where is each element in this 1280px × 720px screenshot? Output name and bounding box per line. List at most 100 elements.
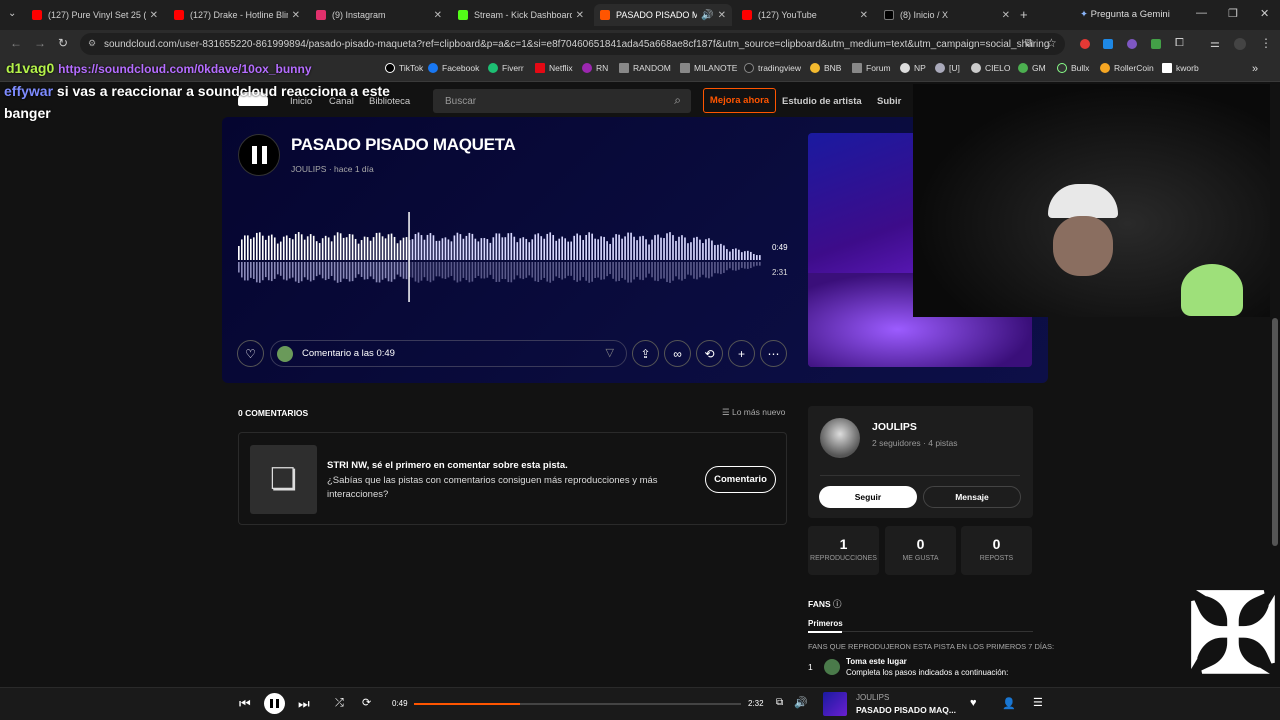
more-bookmarks-icon[interactable]: »	[1252, 63, 1258, 75]
follow-button[interactable]: Seguir	[819, 486, 917, 508]
tab-first-fans[interactable]: Primeros	[808, 619, 843, 628]
bookmark-item[interactable]: GM	[1018, 63, 1046, 73]
waveform-reflection-bar	[627, 262, 629, 283]
close-icon[interactable]: ✕	[150, 10, 158, 21]
previous-icon[interactable]: ⏮	[239, 696, 251, 712]
close-icon[interactable]: ✕	[1002, 10, 1010, 21]
tab-4[interactable]: Stream - Kick Dashboard ✕	[452, 4, 590, 26]
waveform-reflection-bar	[294, 262, 297, 282]
next-icon[interactable]: ⏭	[298, 696, 310, 712]
follow-user-icon[interactable]: 👤	[1002, 697, 1016, 710]
cast-icon[interactable]: ⧉	[776, 697, 783, 708]
waveform-bar	[249, 238, 252, 260]
upload-link[interactable]: Subir	[877, 96, 901, 107]
tab-3[interactable]: (9) Instagram ✕	[310, 4, 448, 26]
more-button[interactable]: ⋯	[760, 340, 787, 367]
extensions-puzzle-icon[interactable]: ⧠	[1175, 37, 1184, 50]
bookmark-item[interactable]: [U]	[935, 63, 960, 73]
bookmark-item[interactable]: tradingview	[744, 63, 801, 73]
comment-button[interactable]: Comentario	[705, 466, 776, 493]
new-tab-button[interactable]: +	[1020, 7, 1028, 22]
upgrade-button[interactable]: Mejora ahora	[703, 88, 776, 113]
bookmark-item[interactable]: NP	[900, 63, 926, 73]
player-artwork[interactable]	[823, 692, 847, 716]
url-field[interactable]: ⚙ soundcloud.com/user-831655220-86199989…	[80, 33, 1065, 55]
tab-7[interactable]: (8) Inicio / X ✕	[878, 4, 1016, 26]
close-icon[interactable]: ✕	[434, 10, 442, 21]
add-to-playlist-button[interactable]: +	[728, 340, 755, 367]
record-extension-icon[interactable]	[1080, 39, 1090, 49]
tab-1[interactable]: (127) Pure Vinyl Set 25 (Cl... ✕	[26, 4, 164, 26]
extension-icon[interactable]	[1151, 39, 1161, 49]
repost-button[interactable]: ⟲	[696, 340, 723, 367]
volume-icon[interactable]: 🔊	[794, 696, 808, 709]
bookmark-item[interactable]: RANDOM	[619, 63, 671, 73]
close-window-button[interactable]: ✕	[1260, 7, 1269, 20]
bookmark-item[interactable]: BNB	[810, 63, 841, 73]
share-button[interactable]: ⇪	[632, 340, 659, 367]
bookmark-item[interactable]: Facebook	[428, 63, 479, 73]
info-icon[interactable]: ⓘ	[833, 599, 842, 609]
reload-icon[interactable]: ↻	[58, 36, 68, 50]
bookmark-item[interactable]: TikTok	[385, 63, 423, 73]
copy-link-button[interactable]: ∞	[664, 340, 691, 367]
bookmark-item[interactable]: Fiverr	[488, 63, 524, 73]
player-artist[interactable]: JOULIPS	[856, 693, 889, 702]
sort-dropdown[interactable]: ☰ Lo más nuevo	[722, 407, 785, 418]
close-icon[interactable]: ✕	[860, 10, 868, 21]
gemini-button[interactable]: ✦ Pregunta a Gemini	[1080, 9, 1170, 20]
bookmark-star-icon[interactable]: ☆	[1046, 36, 1057, 50]
comment-placeholder: Comentario a las 0:49	[302, 348, 395, 359]
artist-avatar[interactable]	[820, 418, 860, 458]
waveform-bar	[729, 251, 731, 260]
pause-button[interactable]	[238, 134, 280, 176]
bookmark-item[interactable]: CIELO	[971, 63, 1011, 73]
close-icon[interactable]: ✕	[718, 10, 726, 21]
like-button[interactable]: ♡	[237, 340, 264, 367]
tab-list-icon[interactable]: ⌄	[8, 8, 16, 19]
player-progress-bar[interactable]	[414, 703, 741, 705]
close-icon[interactable]: ✕	[576, 10, 584, 21]
bookmark-item[interactable]: Forum	[852, 63, 891, 73]
message-button[interactable]: Mensaje	[923, 486, 1021, 508]
waveform-bar	[390, 233, 393, 260]
comment-input[interactable]: Comentario a las 0:49 ▽	[270, 340, 627, 367]
tab-2[interactable]: (127) Drake - Hotline Bling ✕	[168, 4, 306, 26]
menu-icon[interactable]: ⋮	[1260, 36, 1272, 50]
player-like-icon[interactable]: ♥	[970, 697, 977, 709]
close-icon[interactable]: ✕	[292, 10, 300, 21]
artist-name[interactable]: JOULIPS	[872, 421, 917, 433]
shuffle-icon[interactable]: ⤮	[335, 697, 344, 710]
bookmark-item[interactable]: kworb	[1162, 63, 1199, 73]
extension-icon[interactable]	[1103, 39, 1113, 49]
bookmark-item[interactable]: MILANOTE	[680, 63, 737, 73]
site-info-icon[interactable]: ⚙	[88, 38, 96, 49]
minimize-button[interactable]: —	[1196, 7, 1207, 19]
page-scrollbar[interactable]	[1272, 318, 1278, 546]
search-icon[interactable]: ⌕	[674, 93, 681, 108]
bookmark-item[interactable]: RN	[582, 63, 608, 73]
waveform[interactable]	[238, 212, 762, 307]
player-pause-button[interactable]	[264, 693, 285, 714]
install-icon[interactable]: ⧉	[1025, 37, 1033, 50]
waveform-playhead[interactable]	[408, 212, 410, 302]
artist-studio-link[interactable]: Estudio de artista	[782, 96, 862, 107]
maximize-button[interactable]: ❐	[1228, 7, 1238, 20]
bookmark-item[interactable]: Netflix	[535, 63, 573, 73]
tab-6[interactable]: (127) YouTube ✕	[736, 4, 874, 26]
waveform-reflection-bar	[468, 262, 471, 283]
repeat-icon[interactable]: ⟳	[362, 696, 371, 709]
queue-icon[interactable]: ☰	[1033, 696, 1043, 709]
artist-link[interactable]: JOULIPS	[291, 164, 326, 174]
bookmark-item[interactable]: RollerCoin	[1100, 63, 1154, 73]
sidebar-icon[interactable]: ⚌	[1210, 37, 1220, 50]
forward-icon[interactable]: →	[34, 36, 46, 50]
search-input[interactable]: Buscar ⌕	[433, 89, 691, 113]
bookmark-item[interactable]: Bullx	[1057, 63, 1089, 73]
tab-5[interactable]: PASADO PISADO MAQ...🔊 ✕	[594, 4, 732, 26]
back-icon[interactable]: ←	[10, 36, 22, 50]
extension-icon[interactable]	[1127, 39, 1137, 49]
send-icon[interactable]: ▽	[606, 346, 614, 359]
player-title[interactable]: PASADO PISADO MAQ...	[856, 705, 956, 715]
profile-avatar[interactable]	[1234, 38, 1246, 50]
